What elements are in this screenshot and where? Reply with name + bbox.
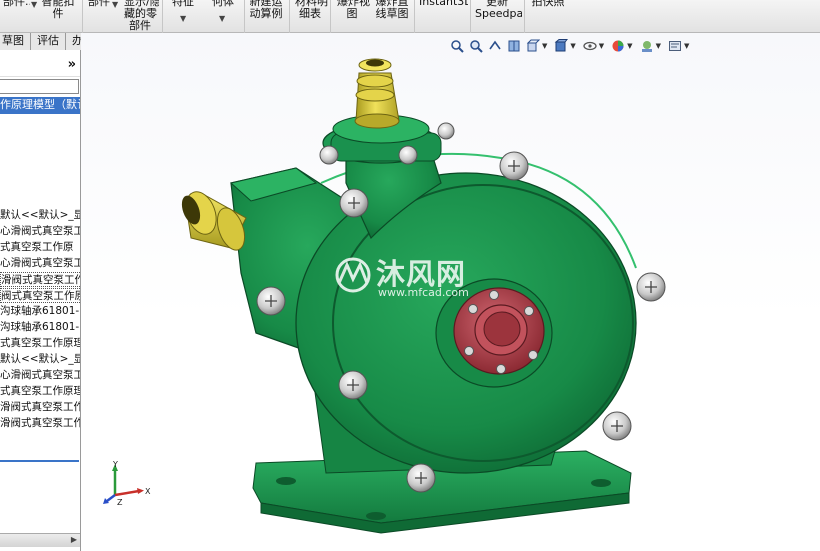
tree-item[interactable]: 滑阀式真空泵工作原	[0, 272, 80, 287]
tree-item[interactable]: 滑阀式真空泵工作	[0, 416, 80, 431]
triad-x-label: X	[145, 487, 151, 496]
triad-z-label: Z	[117, 498, 123, 507]
toolbar-button-part[interactable]: 部件	[85, 0, 113, 33]
tree-item[interactable]: 式真空泵工作原	[0, 240, 80, 255]
panel-header: »	[0, 50, 80, 77]
graphics-viewport[interactable]: ▼ ▼ ▼ ▼ ▼ ▼ 沐风网 www.mfcad.com Y X Z	[81, 33, 820, 551]
toolbar-button-update-speedpak[interactable]: 更新 Speedpak	[472, 0, 522, 33]
toolbar-button-take-snapshot[interactable]: 拍快照	[528, 0, 568, 33]
tree-item[interactable]: 沟球轴承61801-2	[0, 304, 80, 319]
toolbar-button-instant3d[interactable]: Instant3D	[416, 0, 468, 33]
dropdown-arrow-icon[interactable]: ▼	[180, 14, 186, 23]
tree-item[interactable]: 式真空泵工作原理	[0, 336, 80, 351]
dropdown-arrow-icon[interactable]: ▼	[112, 0, 118, 9]
tree-rollback-bar[interactable]	[0, 460, 79, 462]
dropdown-arrow-icon[interactable]: ▼	[31, 0, 37, 9]
tree-item[interactable]: 阀式真空泵工作原	[0, 288, 80, 303]
toolbar-button-exploded-view[interactable]: 爆炸视 图	[334, 0, 370, 33]
command-manager-toolbar: 部件... ▼ 智能扣 件 部件 ▼ 显示/隐 藏的零 部件 特征 ▼ 何体 ▼…	[0, 0, 820, 33]
watermark-url: www.mfcad.com	[378, 286, 469, 299]
filter-input[interactable]	[0, 79, 79, 94]
toolbar-button-explode-line-sketch[interactable]: 爆炸直 线草图	[372, 0, 412, 33]
tree-item[interactable]: 默认<<默认>_显	[0, 208, 80, 223]
tab-evaluate[interactable]: 评估	[31, 33, 66, 50]
tab-sketch[interactable]: 草图	[0, 33, 31, 50]
dropdown-arrow-icon[interactable]: ▼	[219, 14, 225, 23]
toolbar-button-parts[interactable]: 部件...	[0, 0, 30, 33]
coordinate-triad: Y X Z	[103, 461, 151, 507]
toolbar-button-bill-of-materials[interactable]: 材料明 细表	[292, 0, 328, 33]
toolbar-button-smart-fasteners[interactable]: 智能扣 件	[38, 0, 78, 33]
tree-item[interactable]: 默认<<默认>_显	[0, 352, 80, 367]
tree-root-item[interactable]: 作原理模型（默认	[0, 97, 80, 114]
toolbar-button-new-motion-study[interactable]: 新建运 动算例	[246, 0, 286, 33]
tree-item[interactable]: 沟球轴承61801-2	[0, 320, 80, 335]
panel-scrollbar[interactable]: ▶	[0, 533, 80, 547]
triad-y-label: Y	[112, 461, 118, 469]
feature-manager-panel: » 作原理模型（默认 默认<<默认>_显 心滑阀式真空泵工作 式真空泵工作原 心…	[0, 50, 81, 551]
tree-item[interactable]: 滑阀式真空泵工作	[0, 400, 80, 415]
tree-item[interactable]: 心滑阀式真空泵工	[0, 368, 80, 383]
scroll-right-icon[interactable]: ▶	[71, 535, 77, 544]
tree-item[interactable]: 式真空泵工作原理	[0, 384, 80, 399]
tree-item[interactable]: 心滑阀式真空泵工作	[0, 224, 80, 239]
tree-item[interactable]: 心滑阀式真空泵工作	[0, 256, 80, 271]
expand-panel-icon[interactable]: »	[68, 57, 76, 72]
toolbar-button-show-hidden-components[interactable]: 显示/隐 藏的零 部件	[121, 0, 159, 33]
